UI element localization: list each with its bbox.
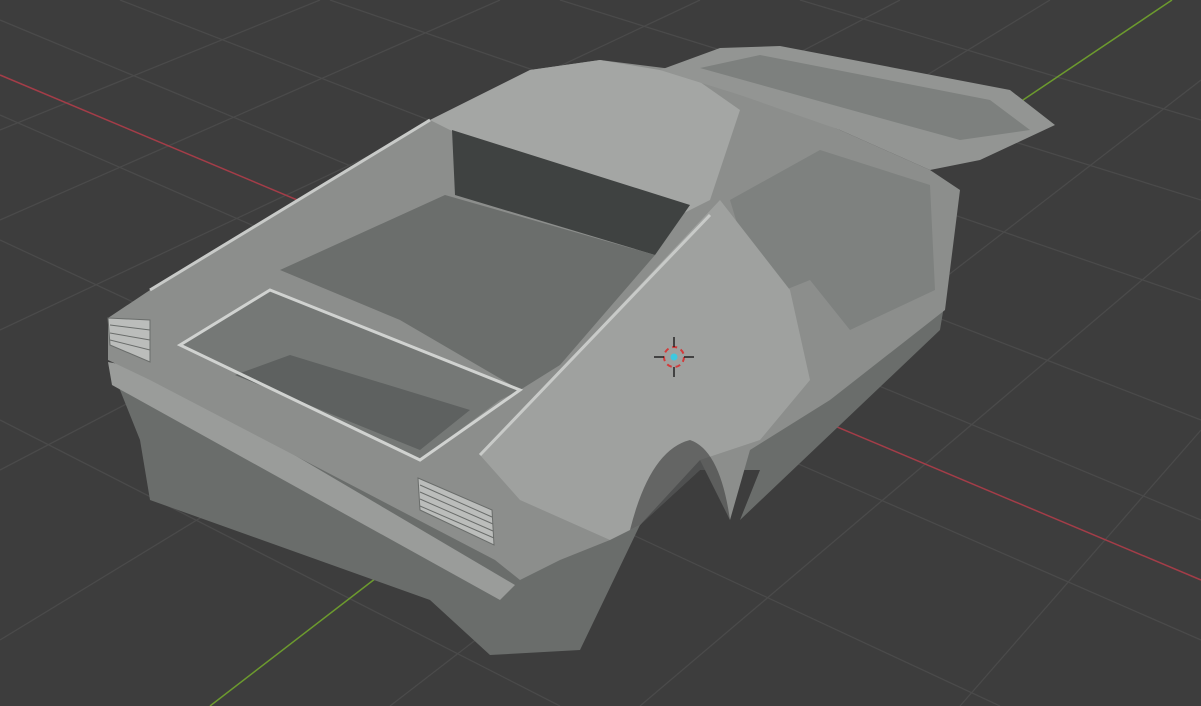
3d-viewport[interactable] [0, 0, 1201, 706]
y-axis-line-front [209, 574, 381, 706]
viewport-canvas[interactable] [0, 0, 1201, 706]
y-axis-line [1019, 0, 1173, 103]
car-body-mesh[interactable] [107, 46, 1055, 655]
